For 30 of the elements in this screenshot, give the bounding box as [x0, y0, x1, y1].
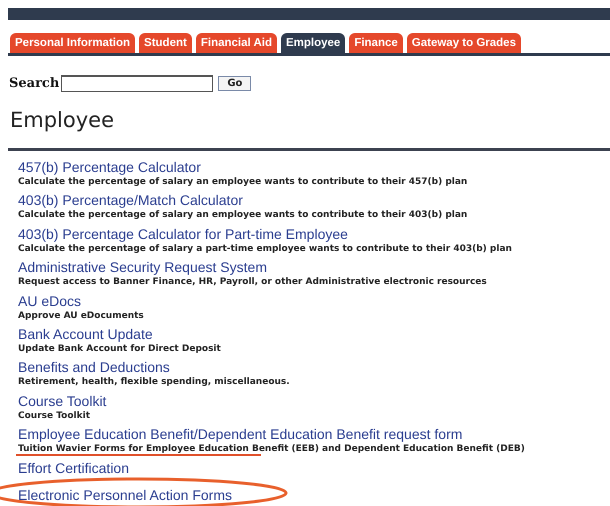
page-heading: Employee — [10, 108, 116, 132]
menu-link[interactable]: Effort Certification — [18, 460, 130, 476]
link-description: Course Toolkit — [18, 410, 91, 422]
menu-link[interactable]: AU eDocs — [18, 292, 82, 309]
link-description: Calculate the percentage of salary an employee wants to contribute to their 457(b) plan — [18, 176, 468, 188]
go-button[interactable]: Go — [218, 76, 252, 91]
link-description: Tuition Wavier Forms for Employee Education Benefit (EEB) and Dependent Education Benefit (DEB) — [18, 443, 526, 456]
link-description: Calculate the percentage of salary a part-time employee wants to contribute to their 403(b) plan — [18, 242, 513, 255]
nav-tab[interactable]: Personal Information — [10, 33, 136, 53]
menu-link[interactable]: Employee Education Benefit/Dependent Education Benefit request form — [18, 426, 462, 442]
nav-tab[interactable]: Employee — [280, 33, 346, 53]
menu-link[interactable]: Course Toolkit — [18, 392, 106, 409]
nav-tab[interactable]: Student — [139, 33, 192, 53]
link-description: Update Bank Account for Direct Deposit — [18, 342, 222, 355]
link-description: Request access to Banner Finance, HR, Payroll, or other Administrative electronic resources — [18, 276, 488, 288]
nav-tab[interactable]: Gateway to Grades — [406, 33, 521, 53]
menu-link[interactable]: Bank Account Update — [18, 326, 153, 342]
search-field[interactable] — [61, 75, 214, 92]
link-description: Approve AU eDocuments — [18, 310, 145, 322]
menu-link[interactable]: Benefits and Deductions — [18, 359, 170, 376]
nav-tab[interactable]: Finance — [349, 33, 403, 53]
menu-link[interactable]: 457(b) Percentage Calculator — [18, 159, 201, 175]
link-description: Retirement, health, flexible spending, miscellaneous. — [18, 376, 291, 388]
search-label: Search — [9, 76, 60, 91]
menu-link[interactable]: 403(b) Percentage/Match Calculator — [18, 192, 243, 208]
link-description: Calculate the percentage of salary an employee wants to contribute to their 403(b) plan — [18, 209, 468, 222]
menu-link[interactable]: Administrative Security Request System — [18, 259, 267, 276]
menu-link[interactable]: Electronic Personnel Action Forms — [18, 486, 232, 503]
nav-tab[interactable]: Financial Aid — [196, 33, 277, 53]
menu-link[interactable]: 403(b) Percentage Calculator for Part-time Employee — [18, 226, 348, 242]
